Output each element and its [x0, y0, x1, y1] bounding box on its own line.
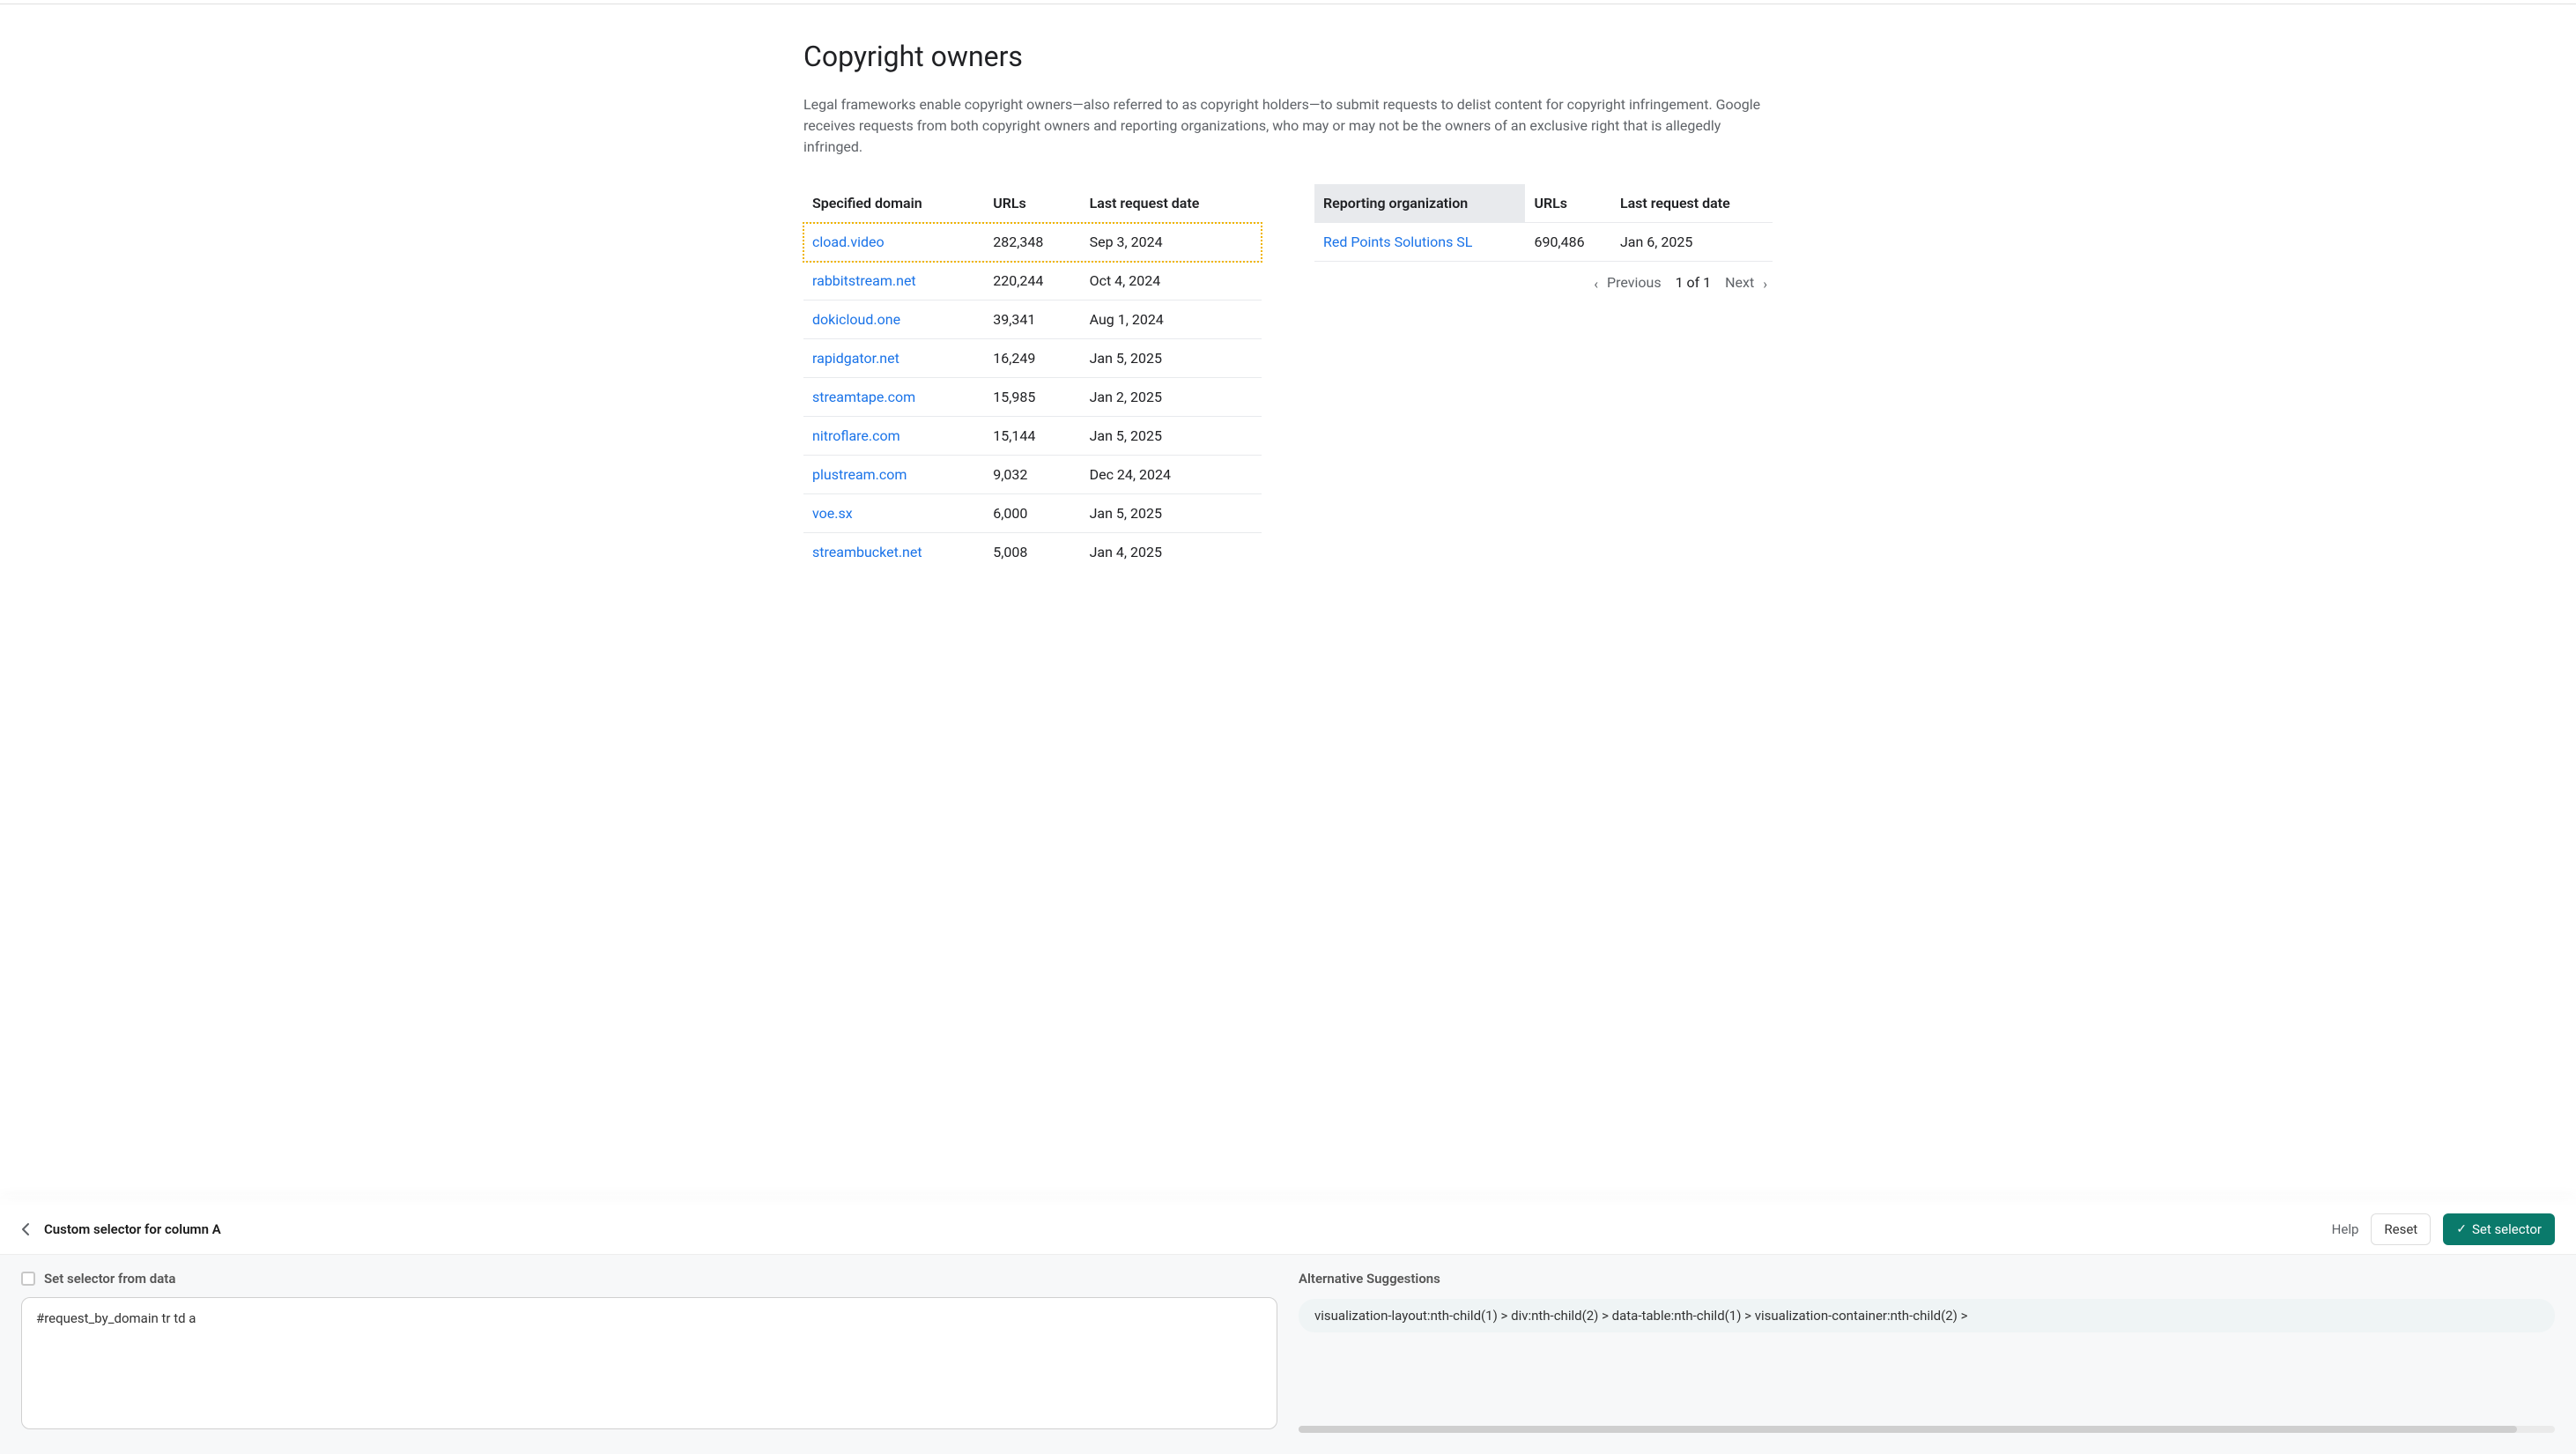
table-row: plustream.com 9,032 Dec 24, 2024 — [803, 456, 1262, 494]
page-title: Copyright owners — [803, 40, 1773, 73]
previous-button[interactable]: Previous — [1607, 274, 1662, 291]
alternative-suggestions-title: Alternative Suggestions — [1299, 1271, 2555, 1287]
domain-link[interactable]: plustream.com — [812, 466, 907, 483]
panel-title: Custom selector for column A — [44, 1221, 2332, 1237]
selector-panel: Custom selector for column A Help Reset … — [0, 1205, 2576, 1454]
urls-cell: 282,348 — [984, 223, 1080, 262]
org-header-urls[interactable]: URLs — [1525, 184, 1610, 223]
urls-cell: 6,000 — [984, 494, 1080, 533]
org-table: Reporting organization URLs Last request… — [1314, 184, 1773, 261]
table-row: streambucket.net 5,008 Jan 4, 2025 — [803, 533, 1262, 572]
pagination: ‹ Previous 1 of 1 Next › — [1314, 261, 1773, 304]
table-row: rabbitstream.net 220,244 Oct 4, 2024 — [803, 262, 1262, 300]
table-row: rapidgator.net 16,249 Jan 5, 2025 — [803, 339, 1262, 378]
set-selector-button[interactable]: ✓ Set selector — [2443, 1213, 2555, 1245]
date-cell: Jan 5, 2025 — [1081, 417, 1262, 456]
urls-cell: 15,144 — [984, 417, 1080, 456]
set-from-data-checkbox[interactable] — [21, 1272, 35, 1286]
domain-link[interactable]: streambucket.net — [812, 544, 922, 560]
date-cell: Jan 2, 2025 — [1081, 378, 1262, 417]
reset-button[interactable]: Reset — [2371, 1213, 2431, 1245]
table-row: nitroflare.com 15,144 Jan 5, 2025 — [803, 417, 1262, 456]
urls-cell: 39,341 — [984, 300, 1080, 339]
domain-link[interactable]: rapidgator.net — [812, 350, 899, 367]
domain-link[interactable]: cload.video — [812, 234, 885, 250]
date-cell: Oct 4, 2024 — [1081, 262, 1262, 300]
urls-cell: 220,244 — [984, 262, 1080, 300]
domain-table-container: Specified domain URLs Last request date … — [803, 184, 1262, 571]
domain-header-urls[interactable]: URLs — [984, 184, 1080, 223]
date-cell: Jan 5, 2025 — [1081, 494, 1262, 533]
set-from-data-label: Set selector from data — [44, 1271, 175, 1287]
date-cell: Jan 5, 2025 — [1081, 339, 1262, 378]
urls-cell: 690,486 — [1525, 223, 1610, 262]
domain-link[interactable]: streamtape.com — [812, 389, 915, 405]
chevron-left-icon — [21, 1222, 30, 1236]
org-header-date[interactable]: Last request date — [1611, 184, 1773, 223]
org-header-org[interactable]: Reporting organization — [1314, 184, 1525, 223]
horizontal-scrollbar[interactable] — [1299, 1426, 2555, 1433]
domain-link[interactable]: dokicloud.one — [812, 311, 900, 328]
domain-table: Specified domain URLs Last request date … — [803, 184, 1262, 571]
org-link[interactable]: Red Points Solutions SL — [1323, 234, 1472, 250]
urls-cell: 15,985 — [984, 378, 1080, 417]
date-cell: Aug 1, 2024 — [1081, 300, 1262, 339]
date-cell: Jan 6, 2025 — [1611, 223, 1773, 262]
back-button[interactable] — [21, 1222, 30, 1236]
domain-header-date[interactable]: Last request date — [1081, 184, 1262, 223]
chevron-right-icon[interactable]: › — [1763, 275, 1767, 292]
urls-cell: 5,008 — [984, 533, 1080, 572]
help-link[interactable]: Help — [2332, 1221, 2359, 1237]
domain-link[interactable]: rabbitstream.net — [812, 272, 916, 289]
set-selector-label: Set selector — [2472, 1221, 2542, 1237]
urls-cell: 9,032 — [984, 456, 1080, 494]
next-button[interactable]: Next — [1725, 274, 1754, 291]
domain-link[interactable]: voe.sx — [812, 505, 853, 522]
table-row: streamtape.com 15,985 Jan 2, 2025 — [803, 378, 1262, 417]
urls-cell: 16,249 — [984, 339, 1080, 378]
org-table-container: Reporting organization URLs Last request… — [1314, 184, 1773, 571]
chevron-left-icon[interactable]: ‹ — [1594, 275, 1598, 292]
selector-input[interactable] — [21, 1297, 1277, 1429]
date-cell: Dec 24, 2024 — [1081, 456, 1262, 494]
check-icon: ✓ — [2456, 1222, 2467, 1236]
domain-link[interactable]: nitroflare.com — [812, 427, 900, 444]
page-description: Legal frameworks enable copyright owners… — [803, 94, 1773, 158]
date-cell: Jan 4, 2025 — [1081, 533, 1262, 572]
page-info: 1 of 1 — [1676, 274, 1712, 291]
suggestion-chip[interactable]: visualization-layout:nth-child(1) > div:… — [1299, 1299, 2555, 1332]
domain-header-domain[interactable]: Specified domain — [803, 184, 984, 223]
table-row: voe.sx 6,000 Jan 5, 2025 — [803, 494, 1262, 533]
table-row: dokicloud.one 39,341 Aug 1, 2024 — [803, 300, 1262, 339]
table-row: Red Points Solutions SL 690,486 Jan 6, 2… — [1314, 223, 1773, 262]
date-cell: Sep 3, 2024 — [1081, 223, 1262, 262]
table-row: cload.video 282,348 Sep 3, 2024 — [803, 223, 1262, 262]
scrollbar-thumb[interactable] — [1299, 1426, 2517, 1433]
